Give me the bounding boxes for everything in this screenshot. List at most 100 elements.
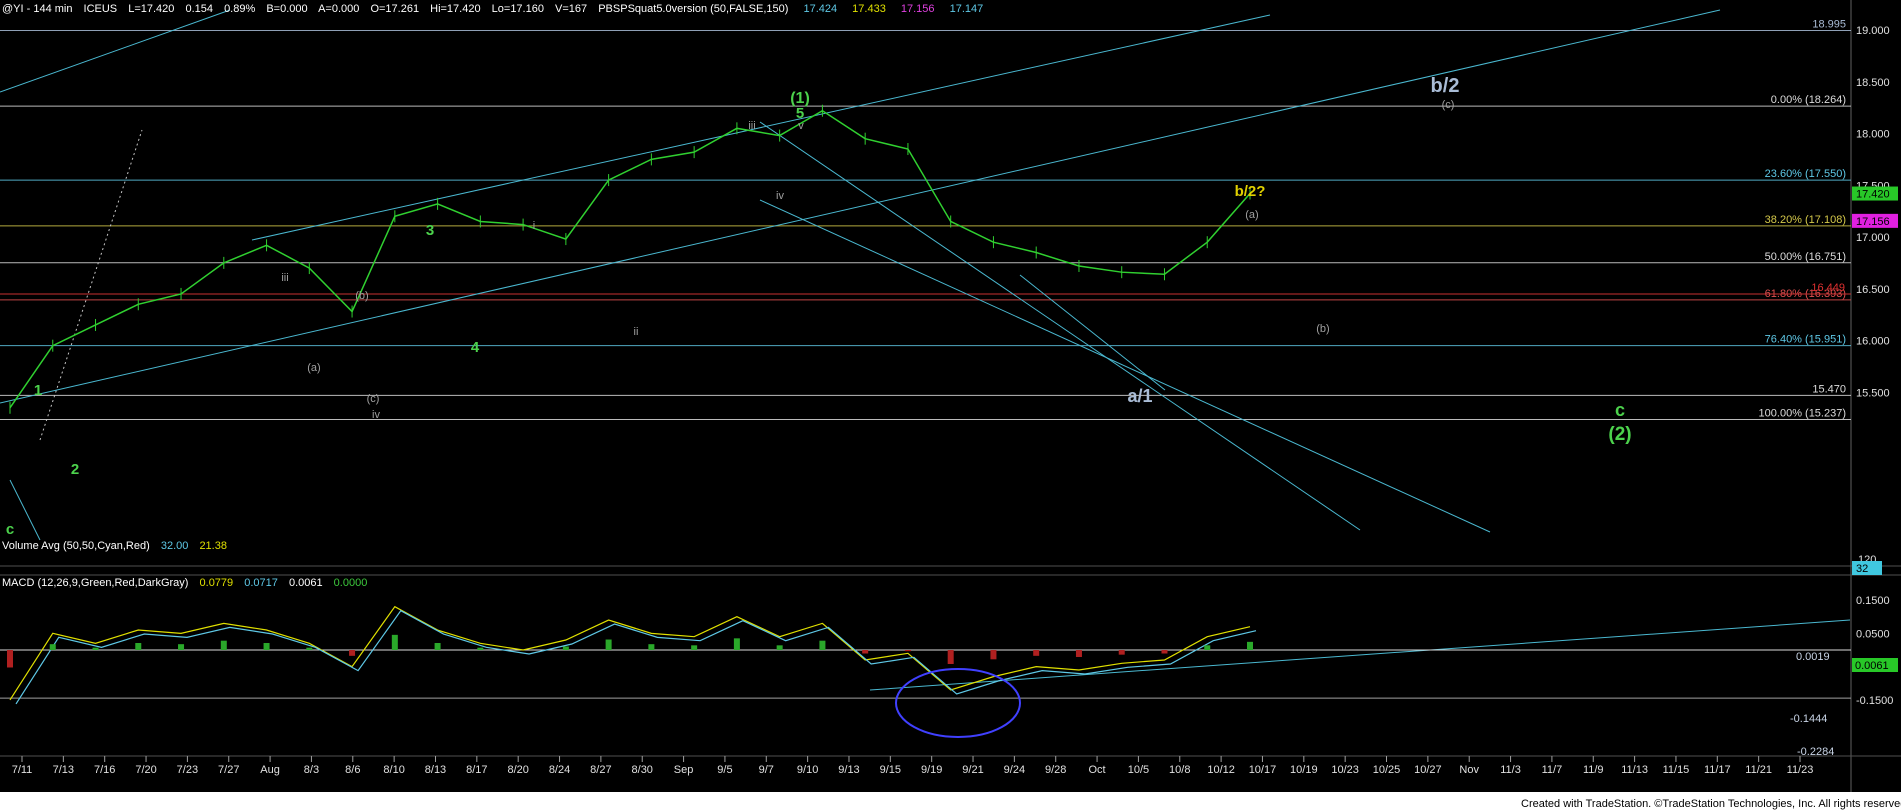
study-value-4: 17.147: [950, 3, 984, 15]
x-label-30: 10/17: [1249, 764, 1277, 776]
x-label-9: 8/10: [383, 764, 404, 776]
x-label-13: 8/24: [549, 764, 570, 776]
x-label-35: Nov: [1459, 764, 1479, 776]
wave-label-12: (c): [1442, 99, 1455, 111]
macd-hist-13: [562, 646, 569, 650]
macd-hist-21: [904, 650, 911, 652]
macd-hist-0: [7, 650, 13, 668]
macd-hist-22: [947, 650, 954, 664]
wave-label-16: v: [798, 120, 804, 132]
macd-hist-1: [49, 644, 56, 650]
x-label-24: 9/24: [1004, 764, 1025, 776]
header-exchange: ICEUS: [84, 3, 118, 15]
wave-label-14: (b): [1316, 323, 1329, 335]
macd-tick-0: 0.1500: [1856, 595, 1890, 607]
wave-label-10: b/2?: [1235, 183, 1266, 200]
macd-hist-7: [306, 647, 313, 650]
header-change-pct: 0.89%: [224, 3, 255, 15]
price-tick-5: 16.500: [1856, 284, 1890, 296]
fib-label-6: 76.40% (15.951): [1765, 334, 1846, 346]
fib-label-0: 18.995: [1812, 19, 1846, 31]
x-label-21: 9/15: [880, 764, 901, 776]
macd-hist-24: [1033, 650, 1040, 656]
macd-hist-29: [1247, 641, 1253, 650]
macd-hist-3: [135, 643, 142, 650]
macd-hist-6: [263, 643, 270, 650]
x-label-4: 7/23: [177, 764, 198, 776]
chart-header: @YI - 144 min ICEUS L=17.420 0.154 0.89%…: [2, 3, 983, 15]
x-label-40: 11/15: [1663, 764, 1690, 776]
footer-credit: Created with TradeStation. ©TradeStation…: [1521, 798, 1901, 810]
macd-hist-2: [92, 647, 99, 650]
fib-label-4: 50.00% (16.751): [1765, 251, 1846, 263]
x-label-14: 8/27: [590, 764, 611, 776]
macd-hist-10: [434, 643, 441, 650]
macd-hist-8: [349, 650, 356, 656]
macd-header: MACD (12,26,9,Green,Red,DarkGray) 0.0779…: [2, 577, 367, 589]
macd-badge: 0.0061: [1855, 660, 1889, 672]
macd-hist-20: [862, 650, 869, 654]
wave-label-20: (a): [307, 362, 320, 374]
x-label-28: 10/8: [1169, 764, 1190, 776]
price-tick-6: 16.000: [1856, 336, 1890, 348]
macd-cut-label: -0.2284: [1797, 746, 1834, 758]
macd-low-label: -0.1444: [1790, 713, 1827, 725]
wave-label-11: a/1: [1127, 386, 1152, 406]
x-label-26: Oct: [1089, 764, 1106, 776]
x-label-15: 8/30: [632, 764, 653, 776]
wave-label-7: c: [1615, 400, 1625, 420]
wave-label-13: (a): [1245, 209, 1258, 221]
x-label-29: 10/12: [1207, 764, 1235, 776]
header-high: Hi=17.420: [430, 3, 480, 15]
x-label-18: 9/7: [759, 764, 774, 776]
macd-hist-9: [391, 634, 398, 650]
x-label-31: 10/19: [1290, 764, 1318, 776]
magenta-price-badge: 17.156: [1856, 216, 1890, 228]
x-label-33: 10/25: [1373, 764, 1401, 776]
macd-tick-1: 0.0500: [1856, 628, 1890, 640]
volume-badge: 32: [1856, 563, 1868, 575]
price-tick-1: 18.500: [1856, 77, 1890, 89]
x-label-32: 10/23: [1331, 764, 1359, 776]
macd-hist-14: [605, 639, 612, 650]
volume-value-2: 21.38: [199, 540, 227, 552]
wave-label-6: c: [6, 521, 14, 538]
x-label-37: 11/7: [1542, 764, 1563, 776]
wave-label-5: 2: [71, 461, 79, 478]
wave-label-9: b/2: [1431, 75, 1460, 97]
x-label-23: 9/21: [962, 764, 983, 776]
macd-value-1: 0.0779: [200, 577, 234, 589]
macd-hist-18: [776, 645, 783, 650]
header-last: L=17.420: [128, 3, 174, 15]
header-symbol: @YI - 144 min: [2, 3, 72, 15]
wave-label-18: iii: [748, 120, 755, 132]
macd-title: MACD (12,26,9,Green,Red,DarkGray): [2, 577, 188, 589]
price-tick-2: 18.000: [1856, 129, 1890, 141]
macd-value-2: 0.0717: [244, 577, 278, 589]
fib-label-2: 23.60% (17.550): [1765, 168, 1846, 180]
x-label-5: 7/27: [218, 764, 239, 776]
fib-label-8: 100.00% (15.237): [1759, 407, 1846, 419]
x-label-39: 11/13: [1621, 764, 1648, 776]
x-label-27: 10/5: [1128, 764, 1149, 776]
x-label-42: 11/21: [1745, 764, 1772, 776]
x-label-3: 7/20: [135, 764, 156, 776]
study-value-1: 17.424: [803, 3, 837, 15]
macd-zero-label: 0.0019: [1796, 651, 1830, 663]
price-tick-7: 15.500: [1856, 387, 1890, 399]
macd-hist-19: [819, 640, 826, 650]
extra-red-label: 16.449: [1811, 282, 1845, 294]
price-tick-4: 17.000: [1856, 232, 1890, 244]
header-bid: B=0.000: [266, 3, 307, 15]
volume-title: Volume Avg (50,50,Cyan,Red): [2, 540, 150, 552]
x-label-1: 7/13: [53, 764, 74, 776]
study-value-3: 17.156: [901, 3, 935, 15]
header-change: 0.154: [185, 3, 213, 15]
wave-label-24: ii: [634, 326, 639, 338]
x-label-34: 10/27: [1414, 764, 1442, 776]
wave-label-3: 4: [471, 339, 480, 356]
x-label-19: 9/10: [797, 764, 818, 776]
study-value-2: 17.433: [852, 3, 886, 15]
price-chart[interactable]: 18.995 0.00% (18.264) 23.60% (17.550) 38.20…: [0, 0, 1901, 812]
wave-label-23: i: [533, 220, 535, 232]
